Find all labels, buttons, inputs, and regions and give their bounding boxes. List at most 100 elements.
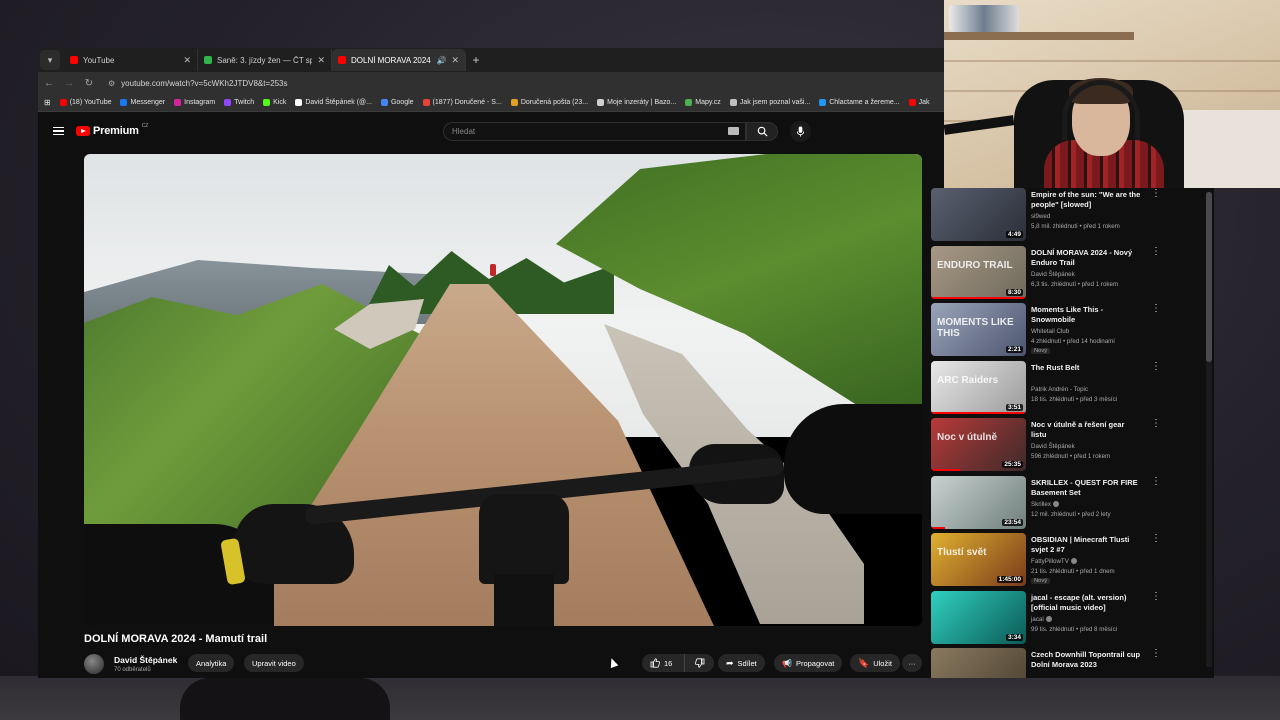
search-placeholder: Hledat [452, 127, 476, 136]
tab-ct-sport[interactable]: Saně: 3. jízdy žen — ČT sport — ✕ [198, 49, 332, 71]
duration-badge: 3:34 [1005, 633, 1023, 641]
close-tab-icon[interactable]: ✕ [451, 55, 459, 66]
video-thumbnail[interactable]: ENDURO TRAIL 8:30 [931, 245, 1026, 299]
bookmark-item[interactable]: Twitch [224, 99, 254, 106]
address-bar[interactable]: ⚙ youtube.com/watch?v=5cWKh2JTDV8&t=253s [104, 75, 924, 91]
voice-search-button[interactable] [790, 121, 811, 142]
more-options-icon[interactable]: ⋮ [1151, 419, 1161, 429]
video-thumbnail[interactable]: ARC Raiders 3:51 [931, 360, 1026, 414]
more-options-icon[interactable]: ⋮ [1151, 304, 1161, 314]
bookmark-item[interactable]: (1877) Doručené - S... [422, 99, 502, 106]
recommendation-title[interactable]: Moments Like This - Snowmobile [1031, 305, 1141, 325]
bookmark-favicon-icon [819, 99, 827, 106]
video-thumbnail[interactable] [931, 648, 1026, 678]
bookmark-item[interactable]: Chlactame a žereme... [819, 99, 900, 106]
recommendation-item[interactable]: ARC Raiders 3:51 The Rust Belt Patrik André… [931, 360, 1211, 415]
more-actions-button[interactable]: ··· [902, 654, 922, 672]
recommendation-item[interactable]: 3:34 jacal - escape (alt. version) [offic… [931, 590, 1211, 645]
bookmark-item[interactable]: Kick [263, 99, 286, 106]
more-options-icon[interactable]: ⋮ [1151, 476, 1161, 486]
scrollbar-thumb[interactable] [1206, 192, 1212, 362]
tab-dolni-morava[interactable]: DOLNÍ MORAVA 2024 - Ma 🔊 ✕ [332, 49, 466, 71]
recommendation-item[interactable]: MOMENTS LIKE THIS 2:21 Moments Like This -… [931, 303, 1211, 357]
more-options-icon[interactable]: ⋮ [1151, 649, 1161, 659]
video-thumbnail[interactable]: 4:49 [931, 188, 1026, 241]
new-tab-button[interactable]: + [466, 53, 486, 67]
bookmark-item[interactable]: Jak jsem poznal vaši... [729, 99, 810, 106]
share-button[interactable]: ➦ Sdílet [718, 654, 765, 672]
edit-video-button[interactable]: Upravit video [244, 654, 304, 672]
recommendation-item[interactable]: ENDURO TRAIL 8:30 DOLNÍ MORAVA 2024 - Nový… [931, 245, 1211, 300]
recommendation-item[interactable]: Noc v útulně 25:35 Noc v útulně a řešení g… [931, 418, 1211, 472]
apps-icon[interactable]: ⊞ [44, 98, 51, 107]
recommendation-title[interactable]: Czech Downhill Topontrail cup Dolní Mora… [1031, 650, 1141, 670]
recommendation-item[interactable]: 23:54 SKRILLEX - QUEST FOR FIRE Basement … [931, 475, 1211, 530]
video-player[interactable] [84, 154, 922, 626]
search-input[interactable]: Hledat [443, 122, 746, 141]
bookmark-item[interactable]: Jak [908, 99, 930, 106]
menu-icon[interactable] [53, 126, 64, 136]
search-button[interactable] [746, 122, 778, 141]
recommendation-title[interactable]: The Rust Belt [1031, 363, 1141, 373]
bookmark-item[interactable]: Moje inzeráty | Bazo... [597, 99, 676, 106]
channel-avatar[interactable] [84, 654, 104, 674]
recommendation-channel[interactable]: FattyPillowTV [1031, 558, 1077, 565]
keyboard-icon[interactable] [728, 127, 739, 135]
page-scrollbar[interactable] [1206, 192, 1212, 667]
bookmark-item[interactable]: Google [380, 99, 414, 106]
dislike-button[interactable] [684, 654, 714, 672]
tab-youtube[interactable]: YouTube ✕ [64, 49, 198, 71]
tab-search-button[interactable]: ▾ [40, 50, 60, 70]
channel-name[interactable]: David Štěpánek [114, 655, 177, 665]
site-info-icon[interactable]: ⚙ [108, 79, 115, 88]
tab-label: DOLNÍ MORAVA 2024 - Ma [351, 55, 431, 65]
close-tab-icon[interactable]: ✕ [183, 55, 191, 66]
like-count: 16 [664, 658, 673, 668]
promote-button[interactable]: 📢 Propagovat [774, 654, 843, 672]
analytics-button[interactable]: Analytika [188, 654, 235, 672]
bookmark-item[interactable]: David Štěpánek (@... [295, 99, 372, 106]
more-options-icon[interactable]: ⋮ [1151, 591, 1161, 601]
recommendation-item[interactable]: Tlustí svět 1:45:00 OBSIDIAN | Minecraft T… [931, 533, 1211, 587]
recommendation-title[interactable]: Empire of the sun: "We are the people" [… [1031, 190, 1141, 210]
reload-icon[interactable]: ↻ [84, 78, 94, 89]
recommendation-channel[interactable]: David Štěpánek [1031, 443, 1075, 450]
forward-icon[interactable]: → [64, 78, 74, 89]
recommendation-title[interactable]: jacal - escape (alt. version) [official … [1031, 593, 1141, 613]
recommendation-title[interactable]: SKRILLEX - QUEST FOR FIRE Basement Set [1031, 478, 1141, 498]
youtube-logo[interactable]: Premium CZ [76, 123, 148, 137]
video-thumbnail[interactable]: 3:34 [931, 590, 1026, 644]
video-thumbnail[interactable]: Noc v útulně 25:35 [931, 418, 1026, 471]
more-options-icon[interactable]: ⋮ [1151, 246, 1161, 256]
like-button[interactable]: 16 [642, 654, 684, 672]
bookmark-item[interactable]: Doručená pošta (23... [510, 99, 588, 106]
recommendation-channel[interactable]: jacal [1031, 616, 1052, 623]
video-thumbnail[interactable]: 23:54 [931, 475, 1026, 529]
bookmark-favicon-icon [597, 99, 605, 106]
save-button[interactable]: 🔖 Uložit [850, 654, 900, 672]
thumbs-up-icon [650, 658, 660, 668]
video-thumbnail[interactable]: MOMENTS LIKE THIS 2:21 [931, 303, 1026, 356]
recommendation-channel[interactable]: David Štěpánek [1031, 271, 1075, 278]
recommendation-title[interactable]: OBSIDIAN | Minecraft Tlusti svjet 2 #7 [1031, 535, 1141, 555]
speaker-icon[interactable]: 🔊 [436, 56, 446, 65]
more-options-icon[interactable]: ⋮ [1151, 534, 1161, 544]
bookmark-item[interactable]: Instagram [174, 99, 215, 106]
more-options-icon[interactable]: ⋮ [1151, 189, 1161, 199]
back-icon[interactable]: ← [44, 78, 54, 89]
recommendation-title[interactable]: Noc v útulně a řešení gear listu [1031, 420, 1141, 440]
recommendation-title[interactable]: DOLNÍ MORAVA 2024 - Nový Enduro Trail [1031, 248, 1141, 268]
recommendation-item[interactable]: 4:49 Empire of the sun: "We are the peopl… [931, 188, 1211, 242]
video-thumbnail[interactable]: Tlustí svět 1:45:00 [931, 533, 1026, 586]
recommendation-item[interactable]: Czech Downhill Topontrail cup Dolní Mora… [931, 648, 1211, 678]
bookmark-item[interactable]: Mapy.cz [685, 99, 721, 106]
close-tab-icon[interactable]: ✕ [317, 55, 325, 66]
recommendation-channel[interactable]: Skrillex [1031, 501, 1059, 508]
more-options-icon[interactable]: ⋮ [1151, 361, 1161, 371]
bookmark-item[interactable]: (18) YouTube [59, 99, 111, 106]
recommendation-stats: 18 tis. zhlédnutí • před 3 měsíci [1031, 395, 1118, 403]
recommendation-channel[interactable]: sl9wed [1031, 213, 1050, 220]
recommendation-channel[interactable]: Whitetail Club [1031, 328, 1069, 335]
bookmark-item[interactable]: Messenger [120, 99, 165, 106]
recommendation-channel[interactable]: Patrik Andrén - Topic [1031, 386, 1088, 393]
